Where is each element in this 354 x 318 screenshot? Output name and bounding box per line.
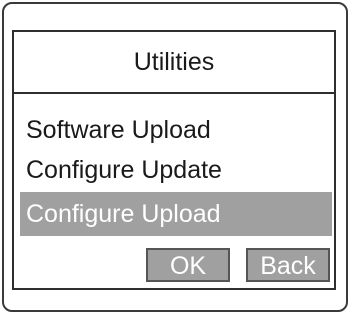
menu-item-software-upload[interactable]: Software Upload [20,108,332,152]
dialog-title-bar: Utilities [14,32,334,94]
device-frame: Utilities Software Upload Configure Upda… [2,2,348,312]
utilities-dialog: Utilities Software Upload Configure Upda… [12,30,336,290]
menu-item-configure-upload[interactable]: Configure Upload [20,192,332,236]
back-button[interactable]: Back [246,248,330,282]
dialog-title: Utilities [133,47,215,76]
ok-button[interactable]: OK [146,248,230,282]
menu-item-configure-update[interactable]: Configure Update [20,148,332,192]
